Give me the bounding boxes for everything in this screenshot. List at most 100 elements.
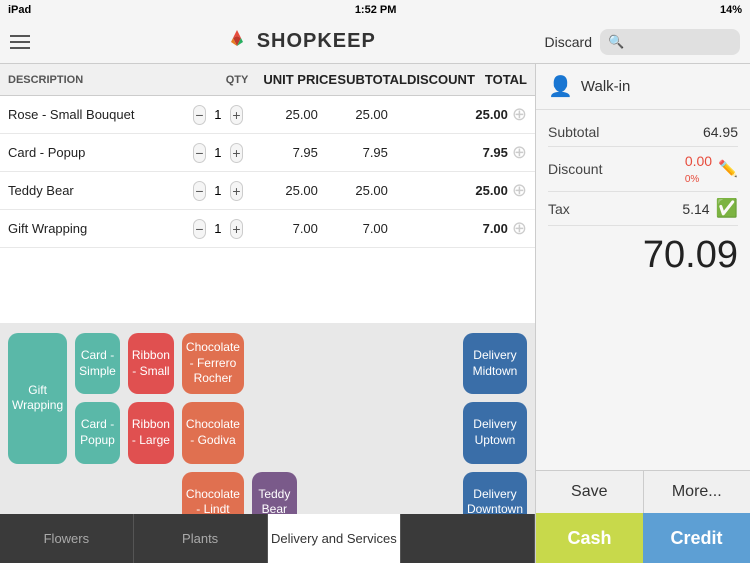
product-delivery-uptown[interactable]: Delivery Uptown — [463, 402, 527, 463]
col-total-header: TOTAL — [472, 72, 527, 87]
discard-button[interactable]: Discard — [545, 34, 592, 50]
search-box[interactable]: 🔍 — [600, 29, 740, 55]
row-unit: 7.95 — [243, 145, 318, 160]
qty-value: 1 — [210, 145, 226, 160]
credit-button[interactable]: Credit — [643, 513, 750, 563]
table-row: Card - Popup − 1 + 7.95 7.95 7.95 ⊕ — [0, 134, 535, 172]
tab-empty[interactable] — [401, 514, 535, 563]
qty-increase[interactable]: + — [230, 181, 243, 201]
row-desc: Gift Wrapping — [8, 221, 193, 236]
row-qty: − 1 + — [193, 105, 243, 125]
table-header: DESCRIPTION QTY UNIT PRICE SUBTOTAL DISC… — [0, 64, 535, 96]
row-add-icon[interactable]: ⊕ — [512, 142, 527, 163]
row-total: 7.00 — [453, 221, 508, 236]
product-gift-wrapping[interactable]: Gift Wrapping — [8, 333, 67, 464]
qty-value: 1 — [210, 221, 226, 236]
row-sub: 7.00 — [318, 221, 388, 236]
tab-bar: Flowers Plants Delivery and Services — [0, 514, 535, 563]
product-ribbon-large[interactable]: Ribbon - Large — [128, 402, 174, 463]
col-description-header: DESCRIPTION — [8, 74, 212, 86]
tab-plants[interactable]: Plants — [134, 514, 268, 563]
qty-decrease[interactable]: − — [193, 143, 206, 163]
subtotal-row: Subtotal 64.95 — [548, 118, 738, 147]
customer-icon: 👤 — [548, 74, 573, 99]
qty-increase[interactable]: + — [230, 219, 243, 239]
row-desc: Card - Popup — [8, 145, 193, 160]
table-row: Teddy Bear − 1 + 25.00 25.00 25.00 ⊕ — [0, 172, 535, 210]
product-ribbon-small[interactable]: Ribbon - Small — [128, 333, 174, 394]
row-unit: 7.00 — [243, 221, 318, 236]
table-row: Rose - Small Bouquet − 1 + 25.00 25.00 2… — [0, 96, 535, 134]
grand-total: 70.09 — [548, 226, 738, 285]
subtotal-label: Subtotal — [548, 124, 599, 140]
product-area: Gift Wrapping Card - Simple Ribbon - Sma… — [0, 323, 535, 563]
more-button[interactable]: More... — [644, 471, 750, 513]
product-choc-ferrero[interactable]: Chocolate - Ferrero Rocher — [182, 333, 244, 394]
logo-text: SHOPKEEP — [257, 30, 376, 53]
qty-decrease[interactable]: − — [193, 105, 206, 125]
col-qty-header: QTY — [212, 74, 262, 86]
search-icon: 🔍 — [608, 34, 624, 50]
row-qty: − 1 + — [193, 181, 243, 201]
order-panel: DESCRIPTION QTY UNIT PRICE SUBTOTAL DISC… — [0, 64, 535, 563]
discount-row: Discount 0.00 0% ✏️ — [548, 147, 738, 192]
row-total: 7.95 — [453, 145, 508, 160]
save-button[interactable]: Save — [536, 471, 644, 513]
row-qty: − 1 + — [193, 219, 243, 239]
row-desc: Rose - Small Bouquet — [8, 107, 193, 122]
row-desc: Teddy Bear — [8, 183, 193, 198]
tab-flowers[interactable]: Flowers — [0, 514, 134, 563]
status-bar: iPad 1:52 PM 14% — [0, 0, 750, 20]
row-unit: 25.00 — [243, 183, 318, 198]
col-unit-header: UNIT PRICE — [262, 72, 337, 87]
qty-value: 1 — [210, 183, 226, 198]
subtotal-value: 64.95 — [703, 124, 738, 140]
qty-value: 1 — [210, 107, 226, 122]
row-total: 25.00 — [453, 107, 508, 122]
main-layout: DESCRIPTION QTY UNIT PRICE SUBTOTAL DISC… — [0, 64, 750, 563]
payment-row: Cash Credit — [536, 513, 750, 563]
totals-section: Subtotal 64.95 Discount 0.00 0% ✏️ Tax 5… — [536, 110, 750, 470]
header: SHOPKEEP Discard 🔍 — [0, 20, 750, 64]
col-sub-header: SUBTOTAL — [337, 72, 407, 87]
tax-label: Tax — [548, 201, 570, 217]
row-add-icon[interactable]: ⊕ — [512, 180, 527, 201]
status-right: 14% — [720, 4, 742, 16]
col-disc-header: DISCOUNT — [407, 72, 472, 87]
right-panel: 👤 Walk-in Subtotal 64.95 Discount 0.00 0… — [535, 64, 750, 563]
product-card-popup[interactable]: Card - Popup — [75, 402, 120, 463]
product-delivery-midtown[interactable]: Delivery Midtown — [463, 333, 527, 394]
qty-increase[interactable]: + — [230, 143, 243, 163]
tax-check-icon: ✅ — [716, 198, 738, 219]
menu-button[interactable] — [10, 35, 54, 49]
status-time: 1:52 PM — [355, 4, 397, 16]
row-sub: 7.95 — [318, 145, 388, 160]
row-add-icon[interactable]: ⊕ — [512, 218, 527, 239]
row-unit: 25.00 — [243, 107, 318, 122]
action-row: Save More... — [536, 470, 750, 513]
row-add-icon[interactable]: ⊕ — [512, 104, 527, 125]
customer-name: Walk-in — [581, 78, 630, 95]
product-grid: Gift Wrapping Card - Simple Ribbon - Sma… — [0, 323, 535, 533]
product-choc-godiva[interactable]: Chocolate - Godiva — [182, 402, 244, 463]
qty-decrease[interactable]: − — [193, 219, 206, 239]
discount-edit-icon[interactable]: ✏️ — [718, 159, 738, 179]
row-qty: − 1 + — [193, 143, 243, 163]
logo: SHOPKEEP — [223, 28, 376, 56]
row-sub: 25.00 — [318, 183, 388, 198]
discount-value: 0.00 0% — [685, 153, 712, 185]
table-row: Gift Wrapping − 1 + 7.00 7.00 7.00 ⊕ — [0, 210, 535, 248]
cash-button[interactable]: Cash — [536, 513, 643, 563]
qty-decrease[interactable]: − — [193, 181, 206, 201]
product-card-simple[interactable]: Card - Simple — [75, 333, 120, 394]
tax-value: 5.14 — [682, 201, 709, 217]
status-left: iPad — [8, 4, 31, 16]
search-input[interactable] — [628, 34, 732, 49]
row-total: 25.00 — [453, 183, 508, 198]
logo-icon — [223, 28, 251, 56]
tab-delivery-services[interactable]: Delivery and Services — [268, 514, 402, 563]
order-rows: Rose - Small Bouquet − 1 + 25.00 25.00 2… — [0, 96, 535, 323]
customer-row: 👤 Walk-in — [536, 64, 750, 110]
qty-increase[interactable]: + — [230, 105, 243, 125]
tax-row: Tax 5.14 ✅ — [548, 192, 738, 226]
